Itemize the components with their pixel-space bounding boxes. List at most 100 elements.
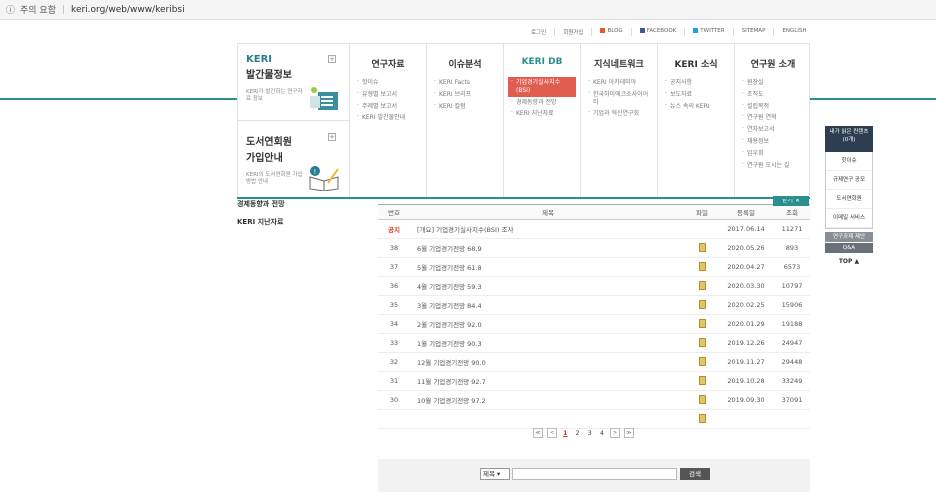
qna-button[interactable]: Q&A: [825, 243, 873, 253]
file-icon[interactable]: [698, 394, 706, 404]
menu-item[interactable]: 핫이슈: [354, 77, 422, 89]
quick-link-regulation[interactable]: 규제연구 공모: [826, 171, 872, 190]
table-row[interactable]: 32 12월 기업경기전망 90.0 2019.11.27 29448: [378, 353, 810, 372]
menu-item[interactable]: KERI 지난자료: [508, 108, 576, 120]
row-file[interactable]: [686, 261, 718, 273]
row-file[interactable]: [686, 394, 718, 406]
row-title[interactable]: [개요] 기업경기실사지수(BSI) 조사: [410, 224, 686, 234]
menu-item[interactable]: KERI 아카데미아: [585, 77, 653, 89]
menu-header-network[interactable]: 지식네트워크: [581, 57, 657, 71]
file-icon[interactable]: [698, 413, 706, 423]
login-link[interactable]: 로그인: [523, 28, 556, 36]
row-file[interactable]: [686, 356, 718, 368]
menu-item[interactable]: 주제별 보고서: [354, 101, 422, 113]
next-page-button[interactable]: >: [609, 428, 620, 438]
menu-item[interactable]: 연구원 연혁: [739, 112, 807, 124]
promo-membership[interactable]: 도서연회원 가입안내 KERI의 도서연회원 가입방법 안내 + !: [238, 122, 350, 199]
row-title[interactable]: 11월 기업경기전망 92.7: [410, 376, 686, 386]
quick-link-hotissue[interactable]: 핫이슈: [826, 152, 872, 171]
menu-item[interactable]: 한국하이에크소사이어티: [585, 89, 653, 109]
menu-item[interactable]: 채용정보: [739, 136, 807, 148]
table-row[interactable]: 35 3월 기업경기전망 84.4 2020.02.25 15906: [378, 296, 810, 315]
page-3[interactable]: 3: [586, 429, 594, 437]
facebook-link[interactable]: FACEBOOK: [632, 28, 686, 36]
menu-item[interactable]: 기업과 혁신연구회: [585, 108, 653, 120]
menu-item[interactable]: KERI 칼럼: [431, 101, 499, 113]
menu-header-about[interactable]: 연구원 소개: [735, 57, 811, 71]
row-file[interactable]: [686, 280, 718, 292]
table-row[interactable]: 38 6월 기업경기전망 68.9 2020.05.26 893: [378, 239, 810, 258]
sitemap-link[interactable]: SITEMAP: [734, 28, 775, 36]
quick-link-membership[interactable]: 도서연회원: [826, 190, 872, 209]
row-title[interactable]: 3월 기업경기전망 84.4: [410, 300, 686, 310]
row-file[interactable]: [686, 318, 718, 330]
menu-item[interactable]: KERI 브리프: [431, 89, 499, 101]
file-icon[interactable]: [698, 318, 706, 328]
quick-link-email[interactable]: 이메일 서비스: [826, 209, 872, 228]
prev-page-button[interactable]: <: [547, 428, 557, 438]
file-icon[interactable]: [698, 261, 706, 271]
url-text[interactable]: keri.org/web/www/keribsi: [71, 5, 185, 15]
last-page-button[interactable]: ≫: [623, 428, 634, 438]
menu-item[interactable]: 경제동향과 전망: [508, 97, 576, 109]
menu-item[interactable]: KERI Facts: [431, 77, 499, 89]
file-icon[interactable]: [698, 356, 706, 366]
menu-item[interactable]: 유형별 보고서: [354, 89, 422, 101]
menu-item[interactable]: 임우회: [739, 148, 807, 160]
menu-item[interactable]: 연구원 오시는 길: [739, 160, 807, 172]
page-2[interactable]: 2: [574, 429, 582, 437]
top-button[interactable]: TOP ▲: [825, 258, 873, 265]
promo-publications[interactable]: KERI 발간물정보 KERI가 발간하는 연구자료 정보 +: [238, 44, 350, 121]
menu-item[interactable]: 설립목적: [739, 101, 807, 113]
address-bar[interactable]: ⓘ 주의 요함 | keri.org/web/www/keribsi: [0, 0, 936, 20]
table-row[interactable]: 30 10월 기업경기전망 97.2 2019.09.30 37091: [378, 391, 810, 410]
row-file[interactable]: [686, 299, 718, 311]
recent-contents[interactable]: 내가 읽은 컨텐츠 (0개): [825, 126, 873, 152]
table-row[interactable]: 33 1월 기업경기전망 90.3 2019.12.26 24947: [378, 334, 810, 353]
subnav-item-trend[interactable]: 경제동향과 전망: [237, 199, 357, 209]
table-row[interactable]: 공지 [개요] 기업경기실사지수(BSI) 조사 2017.06.14 1127…: [378, 220, 810, 239]
table-row[interactable]: 31 11월 기업경기전망 92.7 2019.10.28 33249: [378, 372, 810, 391]
table-row[interactable]: 36 4월 기업경기전망 59.3 2020.03.30 10797: [378, 277, 810, 296]
menu-item[interactable]: KERI 발간물안내: [354, 112, 422, 124]
row-title[interactable]: 5월 기업경기전망 61.8: [410, 262, 686, 272]
menu-item[interactable]: 뉴스 속의 KERI: [662, 101, 730, 113]
row-title[interactable]: 4월 기업경기전망 59.3: [410, 281, 686, 291]
blog-link[interactable]: BLOG: [592, 28, 632, 36]
menu-header-news[interactable]: KERI 소식: [658, 57, 734, 71]
menu-item-selected[interactable]: 기업경기실사지수(BSI): [508, 77, 576, 97]
search-button[interactable]: 검색: [680, 468, 710, 480]
signup-link[interactable]: 회원가입: [555, 28, 593, 36]
row-title[interactable]: 10월 기업경기전망 97.2: [410, 395, 686, 405]
twitter-link[interactable]: TWITTER: [685, 28, 734, 36]
table-row[interactable]: 37 5월 기업경기전망 61.8 2020.04.27 6573: [378, 258, 810, 277]
file-icon[interactable]: [698, 280, 706, 290]
menu-header-issues[interactable]: 이슈분석: [427, 57, 503, 71]
menu-item[interactable]: 원장실: [739, 77, 807, 89]
info-icon[interactable]: ⓘ: [6, 3, 15, 16]
row-title[interactable]: 6월 기업경기전망 68.9: [410, 243, 686, 253]
row-title[interactable]: 2월 기업경기전망 92.0: [410, 319, 686, 329]
search-field-select[interactable]: 제목 ▾: [480, 468, 510, 480]
row-file[interactable]: [686, 375, 718, 387]
row-title[interactable]: 12월 기업경기전망 90.0: [410, 357, 686, 367]
menu-item[interactable]: 보도자료: [662, 89, 730, 101]
plus-icon[interactable]: +: [328, 133, 336, 141]
file-icon[interactable]: [698, 299, 706, 309]
first-page-button[interactable]: ≪: [533, 428, 543, 438]
menu-item[interactable]: 연차보고서: [739, 124, 807, 136]
research-proposal-button[interactable]: 연구과제 제안: [825, 232, 873, 242]
file-icon[interactable]: [698, 375, 706, 385]
table-row[interactable]: [378, 410, 810, 429]
table-row[interactable]: 34 2월 기업경기전망 92.0 2020.01.29 19188: [378, 315, 810, 334]
plus-icon[interactable]: +: [328, 55, 336, 63]
menu-item[interactable]: 공지사항: [662, 77, 730, 89]
file-icon[interactable]: [698, 337, 706, 347]
page-1[interactable]: 1: [561, 429, 570, 437]
file-icon[interactable]: [698, 242, 706, 252]
row-file[interactable]: [686, 413, 718, 425]
menu-header-keridb[interactable]: KERI DB: [504, 57, 580, 71]
menu-item[interactable]: 조직도: [739, 89, 807, 101]
subnav-item-archive[interactable]: KERI 지난자료: [237, 217, 357, 227]
row-file[interactable]: [686, 337, 718, 349]
